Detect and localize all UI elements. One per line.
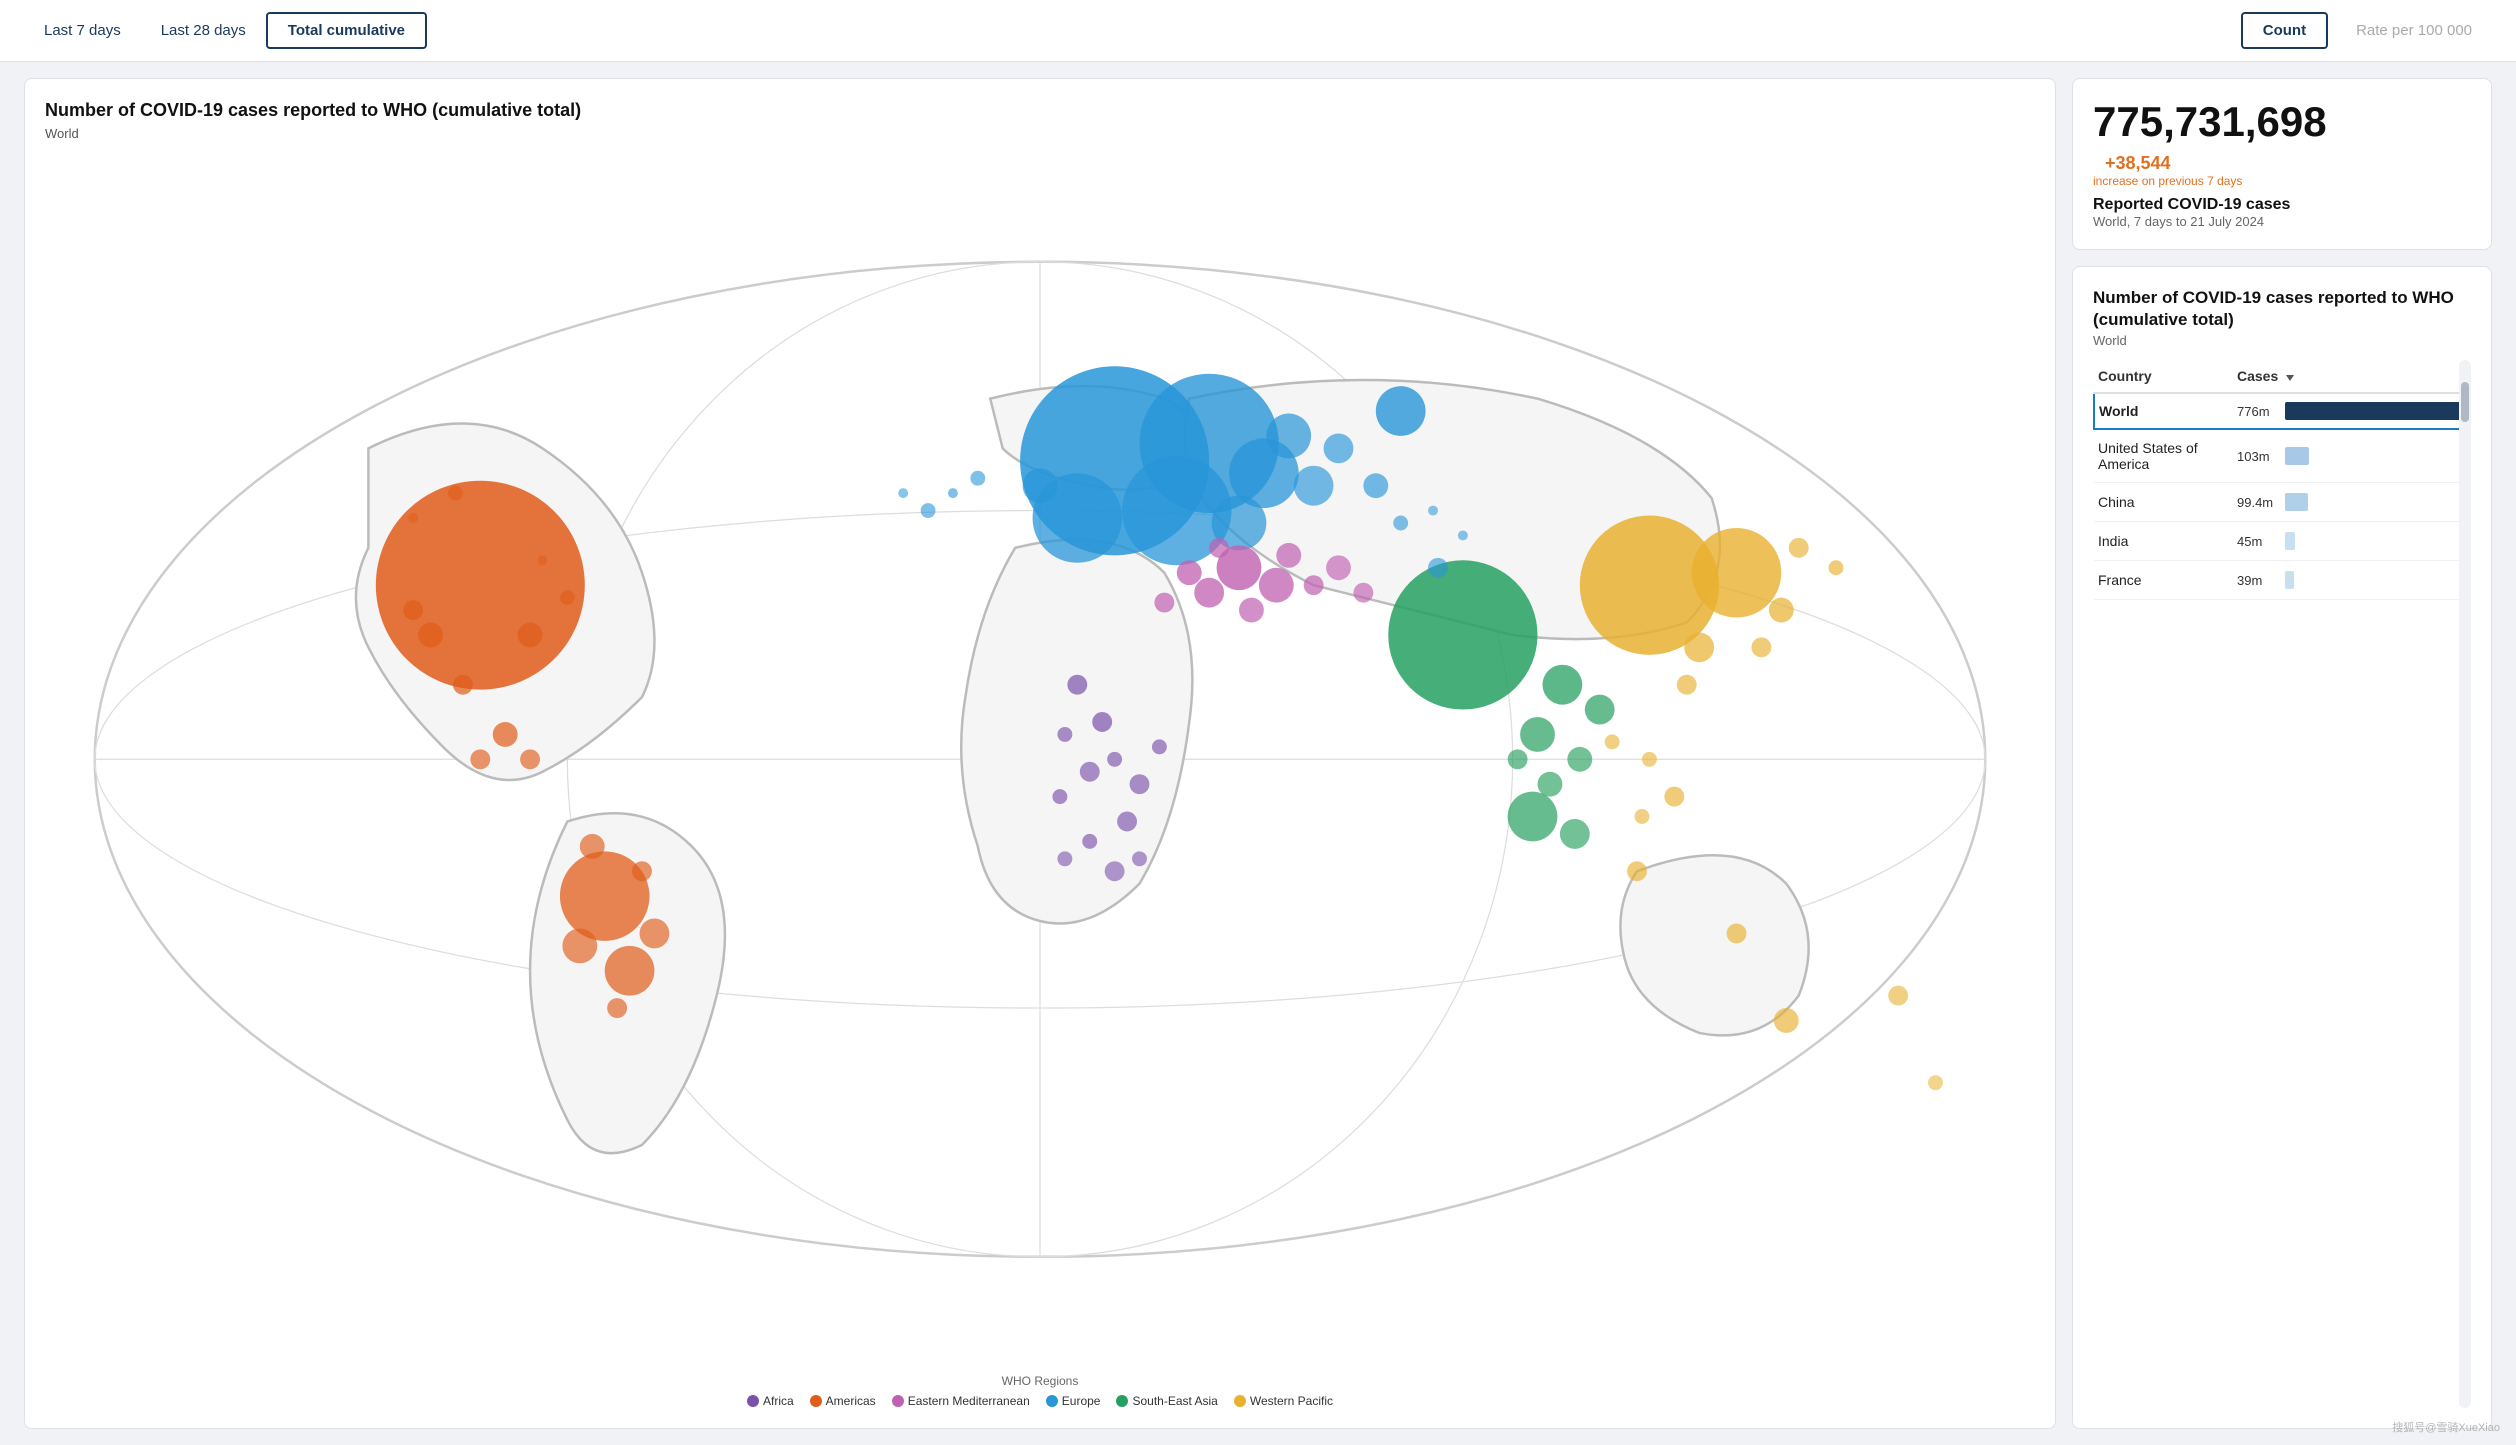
legend-item-western-pacific: Western Pacific (1234, 1394, 1333, 1408)
country-cell-china: China (2094, 483, 2233, 522)
right-panel: 775,731,698 +38,544 increase on previous… (2072, 78, 2492, 1429)
scrollbar[interactable] (2459, 360, 2471, 1408)
table-row-usa[interactable]: United States of America 103m (2094, 429, 2470, 483)
south-east-asia-dot (1116, 1395, 1128, 1407)
col-country: Country (2094, 360, 2233, 393)
scrollbar-thumb[interactable] (2461, 382, 2469, 422)
country-cell-france: France (2094, 561, 2233, 600)
map-title: Number of COVID-19 cases reported to WHO… (45, 99, 2035, 122)
tab-count[interactable]: Count (2241, 12, 2328, 49)
table-row-world[interactable]: World 776m (2094, 393, 2470, 429)
europe-dot (1046, 1395, 1058, 1407)
western-pacific-dot (1234, 1395, 1246, 1407)
tab-total-cumulative[interactable]: Total cumulative (266, 12, 427, 49)
legend-item-south-east-asia: South-East Asia (1116, 1394, 1217, 1408)
stat-sublabel: World, 7 days to 21 July 2024 (2093, 214, 2471, 229)
cases-cell-usa: 103m (2233, 429, 2470, 483)
legend-area: WHO Regions Africa Americas Eastern Medi… (45, 1374, 2035, 1408)
table-row-china[interactable]: China 99.4m (2094, 483, 2470, 522)
cases-cell-world: 776m (2233, 393, 2470, 429)
tab-rate[interactable]: Rate per 100 000 (2336, 14, 2492, 47)
tab-last-28-days[interactable]: Last 28 days (141, 14, 266, 47)
eastern-med-dot (892, 1395, 904, 1407)
map-subtitle: World (45, 126, 2035, 141)
africa-dot (747, 1395, 759, 1407)
stat-label: Reported COVID-19 cases (2093, 196, 2471, 214)
cases-cell-france: 39m (2233, 561, 2470, 600)
stats-card: 775,731,698 +38,544 increase on previous… (2072, 78, 2492, 250)
top-bar: Last 7 days Last 28 days Total cumulativ… (0, 0, 2516, 62)
tab-last-7-days[interactable]: Last 7 days (24, 14, 141, 47)
increase-value: +38,544 (2105, 153, 2171, 174)
europe-label: Europe (1062, 1394, 1101, 1408)
americas-label: Americas (826, 1394, 876, 1408)
country-cell-india: India (2094, 522, 2233, 561)
big-number: 775,731,698 (2093, 99, 2327, 145)
south-east-asia-label: South-East Asia (1132, 1394, 1217, 1408)
main-content: Number of COVID-19 cases reported to WHO… (0, 62, 2516, 1445)
cases-cell-china: 99.4m (2233, 483, 2470, 522)
table-card-sub: World (2093, 333, 2471, 348)
increase-label: increase on previous 7 days (2093, 174, 2242, 188)
data-table: Country Cases World (2093, 360, 2471, 600)
col-cases: Cases (2233, 360, 2470, 393)
country-cell-world: World (2094, 393, 2233, 429)
americas-dot (810, 1395, 822, 1407)
legend-title: WHO Regions (45, 1374, 2035, 1388)
western-pacific-label: Western Pacific (1250, 1394, 1333, 1408)
legend-item-eastern-med: Eastern Mediterranean (892, 1394, 1030, 1408)
africa-label: Africa (763, 1394, 794, 1408)
world-map-svg (45, 153, 2035, 1366)
time-tabs: Last 7 days Last 28 days Total cumulativ… (24, 12, 427, 49)
legend-item-africa: Africa (747, 1394, 794, 1408)
sort-icon[interactable] (2286, 375, 2294, 381)
legend-items: Africa Americas Eastern Mediterranean Eu… (45, 1394, 2035, 1408)
map-container (45, 153, 2035, 1366)
view-tabs: Count Rate per 100 000 (2241, 12, 2492, 49)
legend-item-europe: Europe (1046, 1394, 1101, 1408)
eastern-med-label: Eastern Mediterranean (908, 1394, 1030, 1408)
table-row-india[interactable]: India 45m (2094, 522, 2470, 561)
table-card-title: Number of COVID-19 cases reported to WHO… (2093, 287, 2471, 331)
cases-cell-india: 45m (2233, 522, 2470, 561)
table-row-france[interactable]: France 39m (2094, 561, 2470, 600)
table-card: Number of COVID-19 cases reported to WHO… (2072, 266, 2492, 1429)
legend-item-americas: Americas (810, 1394, 876, 1408)
country-cell-usa: United States of America (2094, 429, 2233, 483)
left-panel: Number of COVID-19 cases reported to WHO… (24, 78, 2056, 1429)
watermark: 搜狐号@雪骑XueXiao (2392, 1419, 2500, 1435)
